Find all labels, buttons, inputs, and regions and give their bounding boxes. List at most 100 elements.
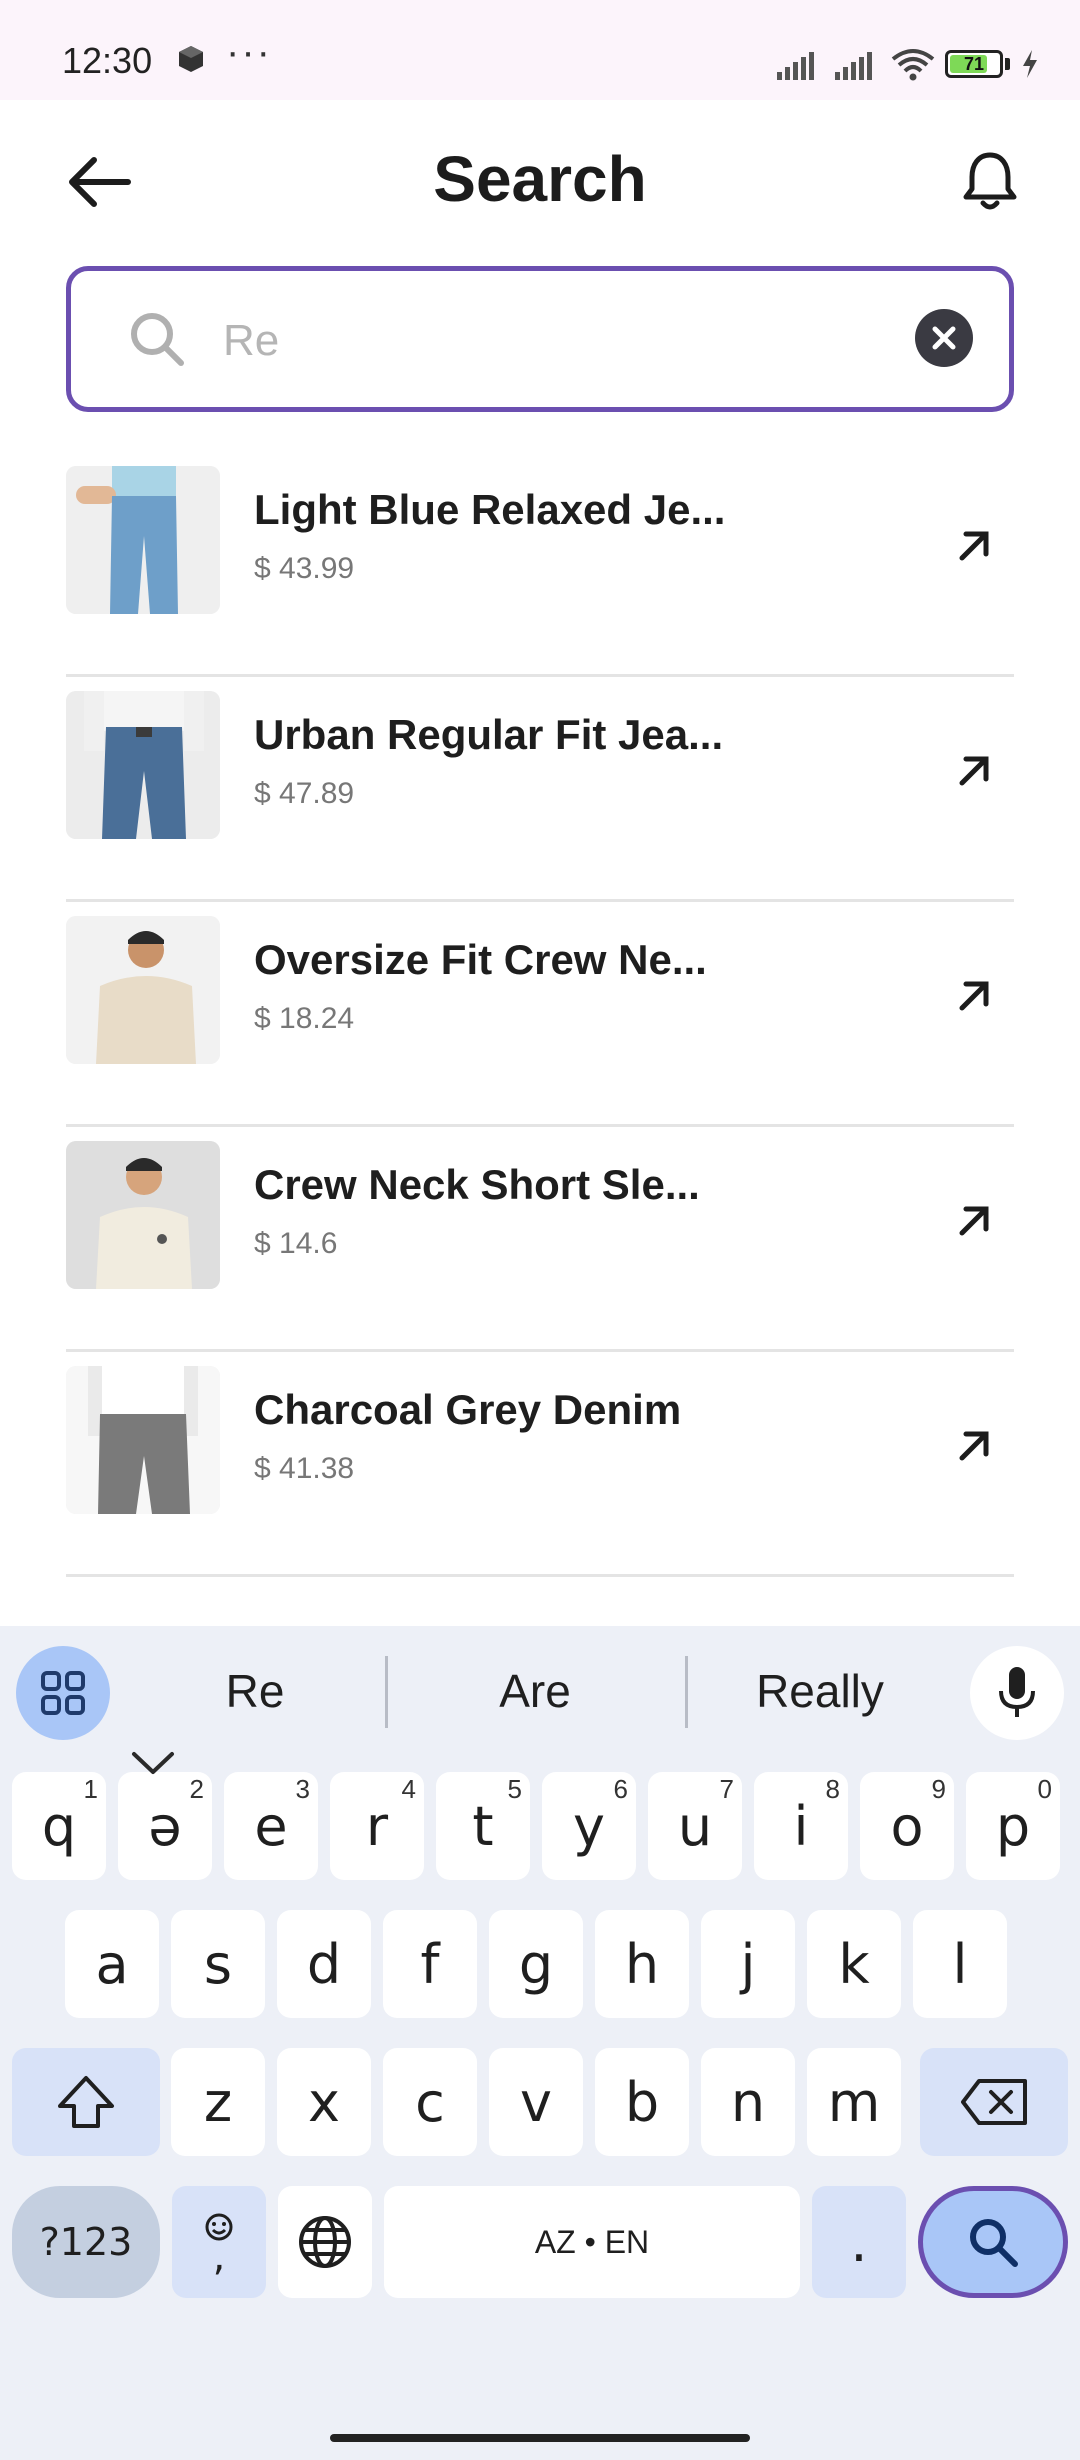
- product-thumbnail: [66, 466, 220, 614]
- bell-icon: [963, 152, 1017, 210]
- backspace-key[interactable]: [920, 2048, 1068, 2156]
- product-thumbnail: [66, 1141, 220, 1289]
- key-s[interactable]: s: [171, 1910, 265, 2018]
- product-price: $ 14.6: [254, 1227, 338, 1260]
- search-icon: [970, 2219, 1018, 2267]
- signal-icon: [777, 52, 814, 80]
- product-price: $ 18.24: [254, 1002, 355, 1035]
- key-q[interactable]: q1: [12, 1772, 106, 1880]
- result-row[interactable]: Charcoal Grey Denim $ 41.38: [66, 1352, 1014, 1577]
- key-l[interactable]: l: [913, 1910, 1007, 2018]
- suggestion-bar: Re Are Really: [0, 1626, 1080, 1756]
- status-time: 12:30: [62, 40, 153, 81]
- suggestion-1[interactable]: Re: [130, 1626, 380, 1756]
- shift-icon: [58, 2076, 114, 2128]
- suggestion-2[interactable]: Are: [390, 1626, 680, 1756]
- charging-icon: [1023, 50, 1037, 78]
- notifications-button[interactable]: [950, 140, 1030, 220]
- wifi-icon: [891, 49, 935, 81]
- product-thumbnail: [66, 1366, 220, 1514]
- globe-icon: [299, 2216, 351, 2268]
- space-key[interactable]: AZ • EN: [384, 2186, 800, 2298]
- grid-icon: [41, 1671, 85, 1715]
- key-b[interactable]: b: [595, 2048, 689, 2156]
- product-thumbnail: [66, 916, 220, 1064]
- key-c[interactable]: c: [383, 2048, 477, 2156]
- search-icon: [131, 313, 184, 366]
- product-thumbnail: [66, 691, 220, 839]
- key-d[interactable]: d: [277, 1910, 371, 2018]
- product-price: $ 41.38: [254, 1452, 355, 1485]
- key-r[interactable]: r4: [330, 1772, 424, 1880]
- key-j[interactable]: j: [701, 1910, 795, 2018]
- key-g[interactable]: g: [489, 1910, 583, 2018]
- key-k[interactable]: k: [807, 1910, 901, 2018]
- result-row[interactable]: Crew Neck Short Sle... $ 14.6: [66, 1127, 1014, 1352]
- key-z[interactable]: z: [171, 2048, 265, 2156]
- voice-input-button[interactable]: [970, 1646, 1064, 1740]
- search-key[interactable]: [918, 2186, 1068, 2298]
- search-box[interactable]: [66, 266, 1014, 412]
- open-result-button[interactable]: [944, 516, 1004, 576]
- more-notifications-icon: ···: [226, 30, 272, 74]
- product-price: $ 47.89: [254, 777, 355, 810]
- arrow-up-right-icon: [959, 981, 989, 1011]
- language-key[interactable]: [278, 2186, 372, 2298]
- key-p[interactable]: p0: [966, 1772, 1060, 1880]
- key-schwa[interactable]: ə2: [118, 1772, 212, 1880]
- period-key[interactable]: .: [812, 2186, 906, 2298]
- key-h[interactable]: h: [595, 1910, 689, 2018]
- product-name: Oversize Fit Crew Ne...: [254, 936, 707, 983]
- status-icons: 71: [775, 44, 1040, 84]
- backspace-icon: [961, 2079, 1027, 2125]
- shift-key[interactable]: [12, 2048, 160, 2156]
- key-n[interactable]: n: [701, 2048, 795, 2156]
- home-indicator[interactable]: [330, 2434, 750, 2442]
- product-price: $ 43.99: [254, 552, 355, 585]
- battery-icon: 71: [945, 50, 1003, 78]
- arrow-up-right-icon: [959, 1206, 989, 1236]
- search-results-list: Light Blue Relaxed Je... $ 43.99 Urban R…: [66, 452, 1014, 1577]
- result-row[interactable]: Light Blue Relaxed Je... $ 43.99: [66, 452, 1014, 677]
- close-icon: [932, 326, 956, 350]
- product-name: Urban Regular Fit Jea...: [254, 711, 724, 758]
- microphone-icon: [999, 1667, 1035, 1717]
- key-t[interactable]: t5: [436, 1772, 530, 1880]
- key-x[interactable]: x: [277, 2048, 371, 2156]
- hide-keyboard-icon[interactable]: [128, 1746, 178, 1780]
- product-name: Crew Neck Short Sle...: [254, 1161, 700, 1208]
- key-a[interactable]: a: [65, 1910, 159, 2018]
- open-result-button[interactable]: [944, 1416, 1004, 1476]
- signal-icon-2: [835, 52, 872, 80]
- key-e[interactable]: e3: [224, 1772, 318, 1880]
- key-m[interactable]: m: [807, 2048, 901, 2156]
- key-i[interactable]: i8: [754, 1772, 848, 1880]
- open-result-button[interactable]: [944, 966, 1004, 1026]
- arrow-up-right-icon: [959, 1431, 989, 1461]
- search-input[interactable]: [221, 307, 825, 375]
- key-v[interactable]: v: [489, 2048, 583, 2156]
- page-title: Search: [433, 143, 647, 215]
- product-name: Charcoal Grey Denim: [254, 1386, 682, 1433]
- status-bar: 12:30 ··· 71: [0, 0, 1080, 100]
- arrow-up-right-icon: [959, 756, 989, 786]
- key-u[interactable]: u7: [648, 1772, 742, 1880]
- emoji-key[interactable]: ,: [172, 2186, 266, 2298]
- key-f[interactable]: f: [383, 1910, 477, 2018]
- keyboard-apps-button[interactable]: [16, 1646, 110, 1740]
- symbols-key[interactable]: ?123: [12, 2186, 160, 2298]
- suggestion-3[interactable]: Really: [690, 1626, 950, 1756]
- key-o[interactable]: o9: [860, 1772, 954, 1880]
- battery-level: 71: [963, 53, 985, 74]
- result-row[interactable]: Urban Regular Fit Jea... $ 47.89: [66, 677, 1014, 902]
- clear-search-button[interactable]: [915, 309, 973, 367]
- open-result-button[interactable]: [944, 741, 1004, 801]
- key-y[interactable]: y6: [542, 1772, 636, 1880]
- result-row[interactable]: Oversize Fit Crew Ne... $ 18.24: [66, 902, 1014, 1127]
- app-header: Search: [0, 100, 1080, 260]
- app-cube-icon: [179, 46, 203, 72]
- product-name: Light Blue Relaxed Je...: [254, 486, 726, 533]
- open-result-button[interactable]: [944, 1191, 1004, 1251]
- comma-label: ,: [212, 2234, 226, 2280]
- arrow-up-right-icon: [959, 531, 989, 561]
